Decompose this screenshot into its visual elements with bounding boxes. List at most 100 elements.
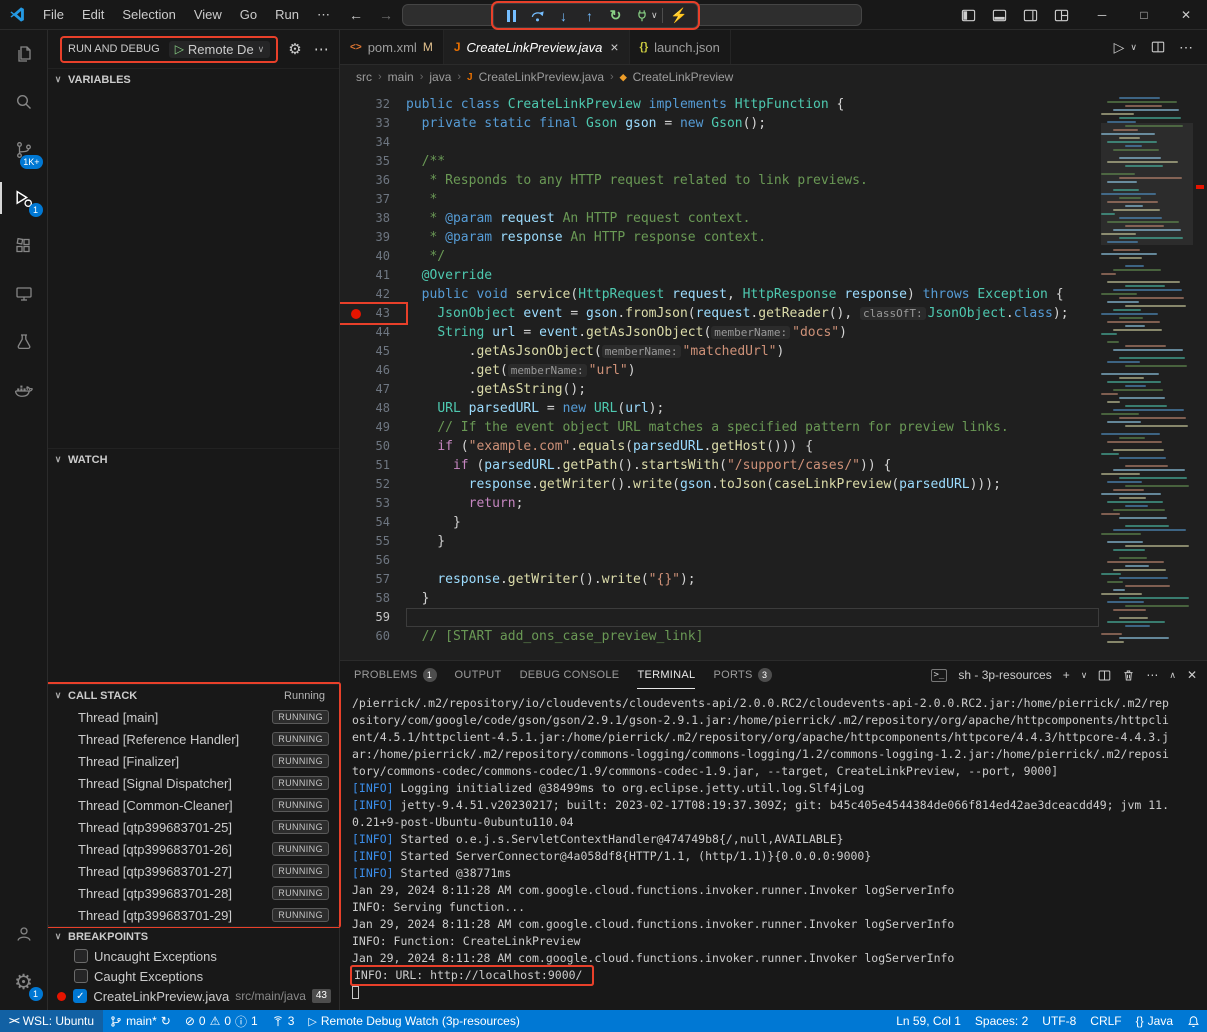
call-stack-thread[interactable]: Thread [qtp399683701-28]RUNNING xyxy=(48,882,339,904)
sidebar-item-search[interactable] xyxy=(0,78,48,126)
gutter-line-49[interactable]: 49 xyxy=(340,418,406,437)
code-line[interactable]: .getAsJsonObject(memberName:"matchedUrl"… xyxy=(406,342,1099,361)
minimap[interactable] xyxy=(1101,89,1193,660)
panel-tab-terminal[interactable]: TERMINAL xyxy=(637,661,695,689)
gutter-line-35[interactable]: 35 xyxy=(340,152,406,171)
call-stack-section-header[interactable]: ∨ CALL STACK Running xyxy=(48,684,339,706)
gutter-line-39[interactable]: 39 xyxy=(340,228,406,247)
code-line[interactable]: response.getWriter().write("{}"); xyxy=(406,570,1099,589)
gutter-line-47[interactable]: 47 xyxy=(340,380,406,399)
gutter-line-46[interactable]: 46 xyxy=(340,361,406,380)
terminal-output[interactable]: /pierrick/.m2/repository/io/cloudevents/… xyxy=(340,689,1207,1010)
gutter-line-48[interactable]: 48 xyxy=(340,399,406,418)
tab-createlinkpreview-java[interactable]: J CreateLinkPreview.java × xyxy=(444,30,630,64)
menu-item-edit[interactable]: Edit xyxy=(73,0,113,30)
ports-indicator[interactable]: 3 xyxy=(265,1010,302,1032)
indentation-setting[interactable]: Spaces: 2 xyxy=(968,1010,1035,1032)
code-line[interactable]: } xyxy=(406,513,1099,532)
code-line[interactable]: } xyxy=(406,532,1099,551)
customize-layout-icon[interactable] xyxy=(1054,8,1069,23)
code-line[interactable]: if (parsedURL.getPath().startsWith("/sup… xyxy=(406,456,1099,475)
call-stack-thread[interactable]: Thread [qtp399683701-29]RUNNING xyxy=(48,904,339,926)
step-over-button[interactable] xyxy=(525,5,550,27)
gutter-line-45[interactable]: 45 xyxy=(340,342,406,361)
problems-indicator[interactable]: ⊘ 0 ⚠ 0 ⓘ 1 xyxy=(178,1010,265,1032)
call-stack-thread[interactable]: Thread [qtp399683701-26]RUNNING xyxy=(48,838,339,860)
sidebar-item-testing[interactable] xyxy=(0,318,48,366)
breadcrumb-item[interactable]: CreateLinkPreview.java xyxy=(479,70,604,84)
editor-more-actions-icon[interactable]: ⋯ xyxy=(1179,39,1193,56)
gutter-line-32[interactable]: 32 xyxy=(340,95,406,114)
kill-terminal-trash-icon[interactable] xyxy=(1122,669,1135,682)
split-editor-icon[interactable] xyxy=(1151,40,1165,54)
gutter-line-33[interactable]: 33 xyxy=(340,114,406,133)
code-line[interactable]: @Override xyxy=(406,266,1099,285)
encoding-setting[interactable]: UTF-8 xyxy=(1035,1010,1083,1032)
breakpoint-checkbox[interactable] xyxy=(74,949,88,963)
gutter-line-36[interactable]: 36 xyxy=(340,171,406,190)
code-line[interactable]: // [START add_ons_case_preview_link] xyxy=(406,627,1099,646)
menu-item-run[interactable]: Run xyxy=(266,0,308,30)
maximize-panel-icon[interactable]: ∧ xyxy=(1169,670,1176,681)
start-debug-icon[interactable]: ▷ xyxy=(175,42,184,56)
step-into-button[interactable]: ↓ xyxy=(551,5,576,27)
code-line[interactable]: response.getWriter().write(gson.toJson(c… xyxy=(406,475,1099,494)
breadcrumb-item[interactable]: CreateLinkPreview xyxy=(633,70,734,84)
breadcrumb-item[interactable]: src xyxy=(356,70,372,84)
split-terminal-icon[interactable] xyxy=(1098,669,1111,682)
code-line[interactable]: private static final Gson gson = new Gso… xyxy=(406,114,1099,133)
code-line[interactable]: public void service(HttpRequest request,… xyxy=(406,285,1099,304)
forward-icon[interactable]: → xyxy=(379,7,393,23)
settings-button[interactable]: ⚙ 1 xyxy=(0,958,48,1006)
call-stack-thread[interactable]: Thread [Signal Dispatcher]RUNNING xyxy=(48,772,339,794)
gutter-line-41[interactable]: 41 xyxy=(340,266,406,285)
code-line[interactable]: String url = event.getAsJsonObject(membe… xyxy=(406,323,1099,342)
menu-overflow[interactable]: ⋯ xyxy=(308,0,339,30)
disconnect-dropdown-icon[interactable]: ∨ xyxy=(651,10,658,21)
back-icon[interactable]: ← xyxy=(349,7,363,23)
code-line[interactable]: */ xyxy=(406,247,1099,266)
panel-tab-output[interactable]: OUTPUT xyxy=(455,661,502,689)
remote-indicator[interactable]: >< WSL: Ubuntu xyxy=(0,1010,103,1032)
toggle-sidebar-icon[interactable] xyxy=(961,8,976,23)
close-window-button[interactable]: ✕ xyxy=(1165,0,1207,30)
debug-status[interactable]: ▷ Remote Debug Watch (3p-resources) xyxy=(301,1010,526,1032)
breakpoint-item[interactable]: ✓CreateLinkPreview.javasrc/main/java43 xyxy=(48,986,339,1006)
code-line[interactable]: public class CreateLinkPreview implement… xyxy=(406,95,1099,114)
call-stack-thread[interactable]: Thread [Finalizer]RUNNING xyxy=(48,750,339,772)
gutter-line-57[interactable]: 57 xyxy=(340,570,406,589)
code-line[interactable]: * @param response An HTTP response conte… xyxy=(406,228,1099,247)
gutter-line-40[interactable]: 40 xyxy=(340,247,406,266)
code-line[interactable] xyxy=(406,133,1099,152)
tab-pom-xml[interactable]: <> pom.xml M xyxy=(340,30,444,64)
gutter-line-34[interactable]: 34 xyxy=(340,133,406,152)
sidebar-item-source-control[interactable]: 1K+ xyxy=(0,126,48,174)
panel-tab-problems[interactable]: PROBLEMS1 xyxy=(354,661,437,689)
debug-config-dropdown[interactable]: ▷ Remote De ∨ xyxy=(169,41,271,58)
panel-tab-debug-console[interactable]: DEBUG CONSOLE xyxy=(520,661,620,689)
restart-button[interactable]: ↻ xyxy=(603,5,628,27)
run-file-button[interactable]: ▷ xyxy=(1114,39,1125,56)
overview-ruler[interactable] xyxy=(1193,89,1207,660)
watch-section-header[interactable]: ∨ WATCH xyxy=(48,448,339,470)
breakpoint-checkbox[interactable] xyxy=(74,969,88,983)
gutter-line-44[interactable]: 44 xyxy=(340,323,406,342)
notifications-bell[interactable] xyxy=(1180,1010,1207,1032)
code-line[interactable]: * @param request An HTTP request context… xyxy=(406,209,1099,228)
code-line[interactable]: return; xyxy=(406,494,1099,513)
code-line[interactable]: if ("example.com".equals(parsedURL.getHo… xyxy=(406,437,1099,456)
menu-item-selection[interactable]: Selection xyxy=(113,0,184,30)
code-line[interactable]: * Responds to any HTTP request related t… xyxy=(406,171,1099,190)
code-line[interactable]: } xyxy=(406,589,1099,608)
code-editor[interactable]: 32public class CreateLinkPreview impleme… xyxy=(340,89,1207,660)
pause-button[interactable] xyxy=(499,5,524,27)
code-line[interactable]: /** xyxy=(406,152,1099,171)
code-line[interactable]: // If the event object URL matches a spe… xyxy=(406,418,1099,437)
toggle-panel-icon[interactable] xyxy=(992,8,1007,23)
variables-section-header[interactable]: ∨ VARIABLES xyxy=(48,68,339,90)
step-out-button[interactable]: ↑ xyxy=(577,5,602,27)
gutter-line-58[interactable]: 58 xyxy=(340,589,406,608)
code-line[interactable]: .getAsString(); xyxy=(406,380,1099,399)
menu-item-go[interactable]: Go xyxy=(231,0,266,30)
breadcrumb-item[interactable]: main xyxy=(388,70,414,84)
